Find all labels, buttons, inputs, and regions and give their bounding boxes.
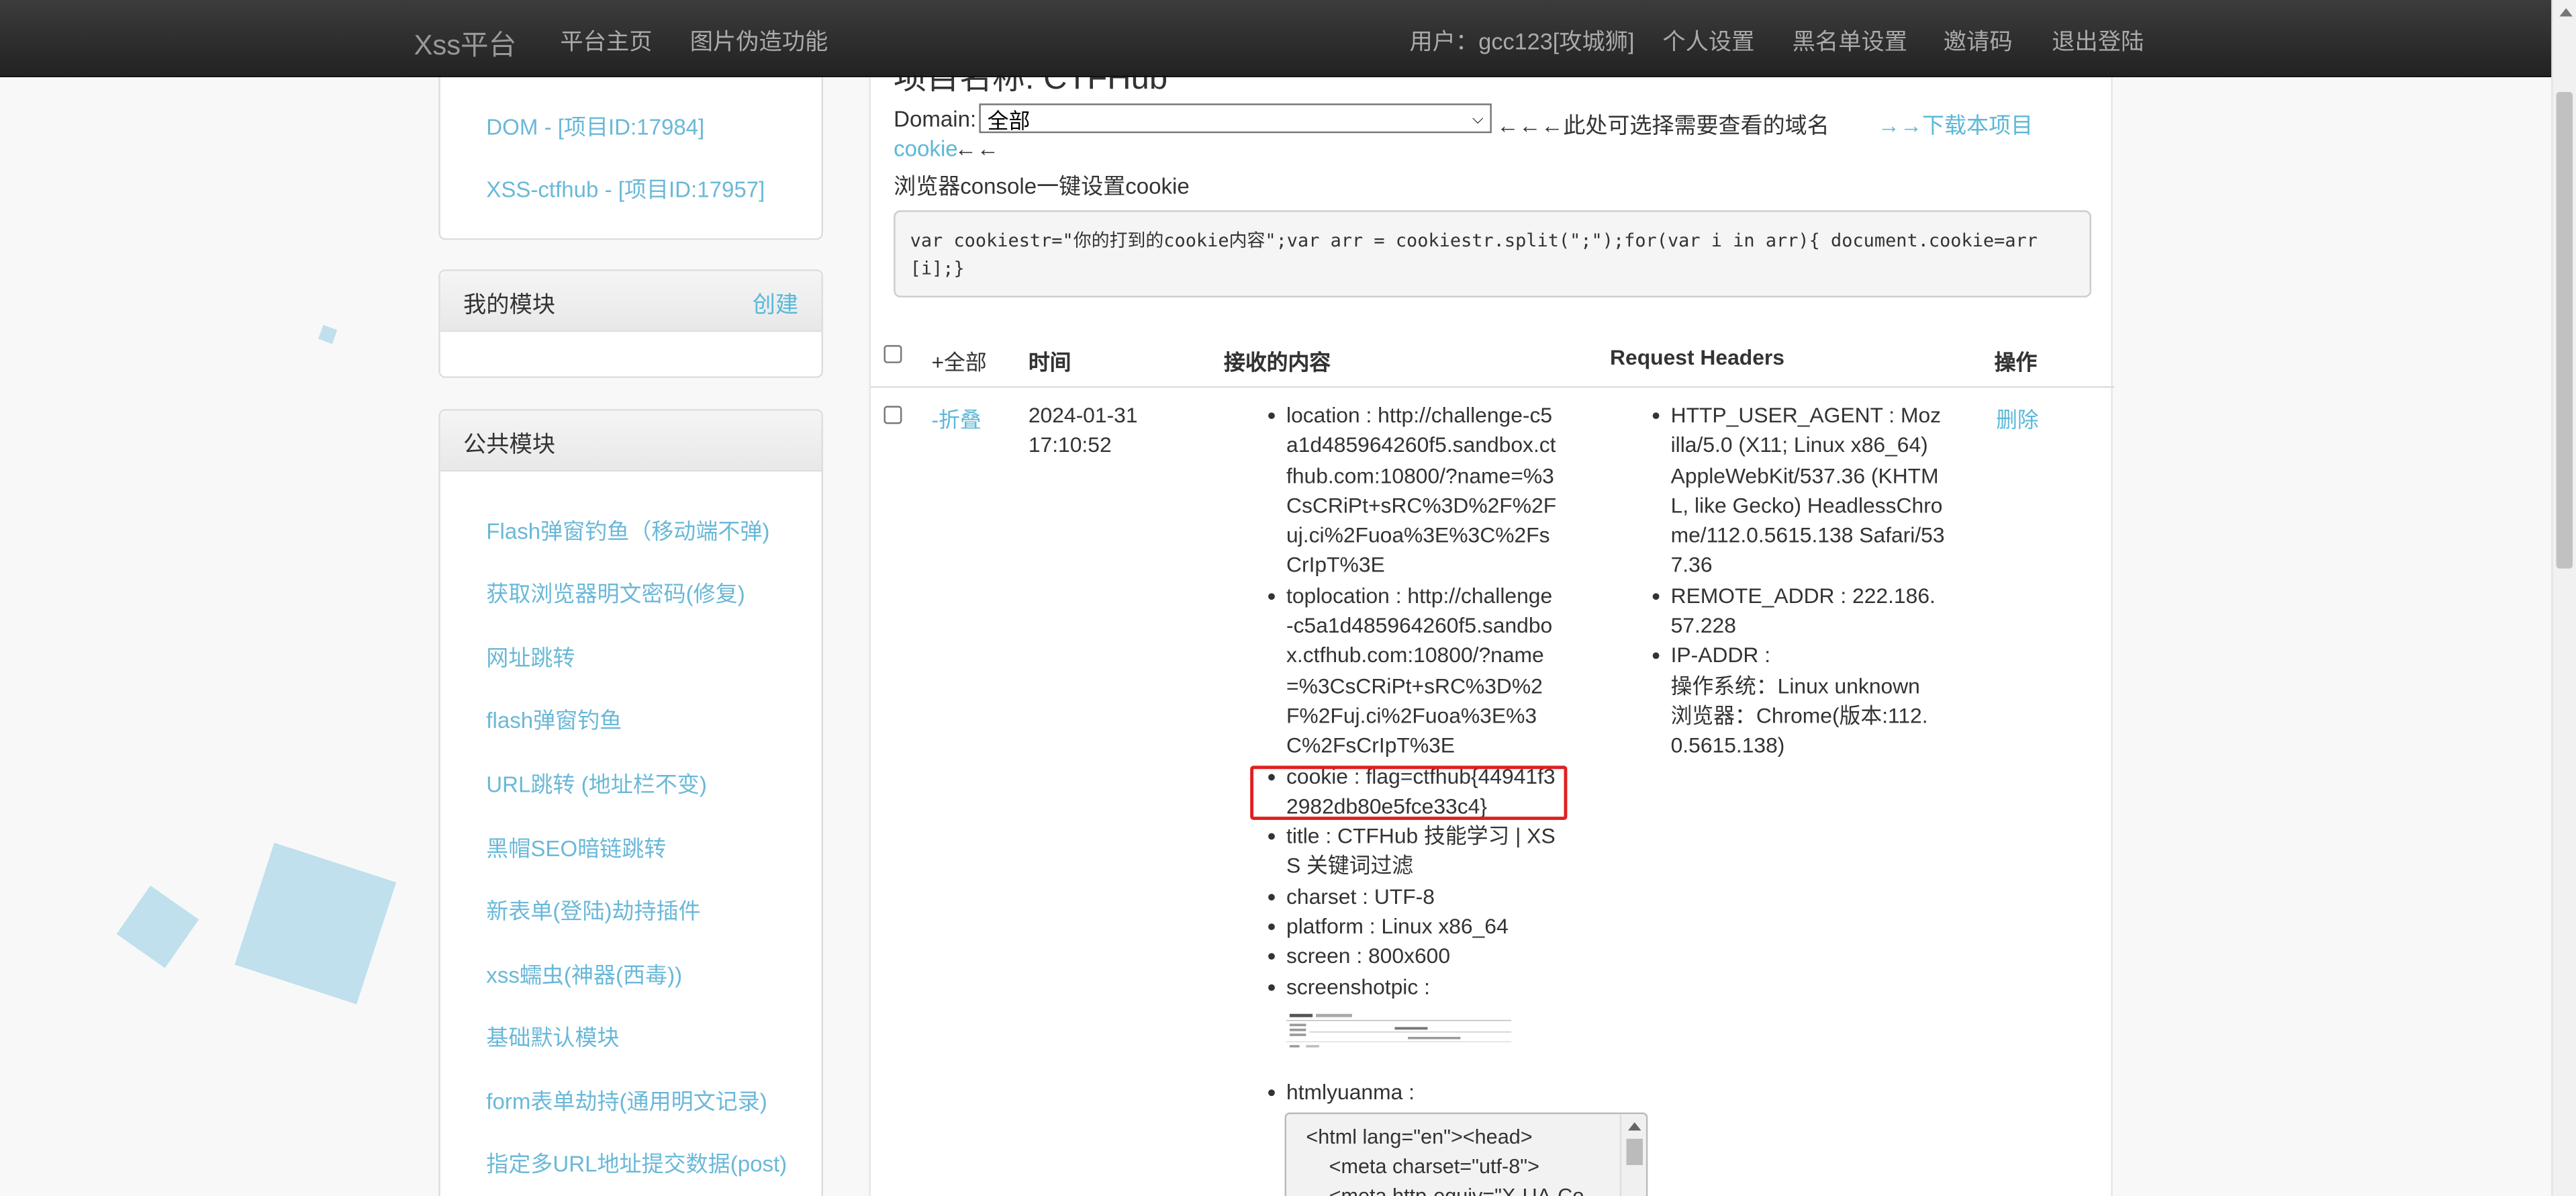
module-link[interactable]: form表单劫持(通用明文记录): [486, 1083, 767, 1116]
module-link[interactable]: 网址跳转: [486, 639, 575, 672]
public-modules-header: 公共模块: [440, 410, 822, 472]
col-header-content: 接收的内容: [1224, 350, 1331, 375]
nav-logout-link[interactable]: 退出登陆: [2052, 25, 2144, 58]
content-location: location : http://challenge-c5a1d4859642…: [1265, 401, 1558, 582]
content-platform: platform : Linux x86_64: [1265, 912, 1558, 942]
header-ip-os: 操作系统：Linux unknown: [1670, 673, 1920, 698]
content-title: title : CTFHub 技能学习 | XSS 关键词过滤: [1265, 822, 1558, 882]
module-link[interactable]: xss蠕虫(神器(西毒)): [486, 956, 682, 989]
domain-label: Domain:: [894, 107, 977, 132]
col-header-request-headers: Request Headers: [1610, 344, 1784, 370]
module-link[interactable]: URL跳转 (地址栏不变): [486, 766, 707, 798]
download-cookie-link-cont[interactable]: cookie: [894, 136, 958, 161]
download-arrows: ←←: [954, 136, 999, 161]
row-time: 2024-01-31 17:10:52: [1028, 402, 1138, 457]
table-divider: [870, 386, 2115, 388]
nav-personal-settings-link[interactable]: 个人设置: [1662, 25, 1754, 58]
nav-home-link[interactable]: 平台主页: [560, 25, 652, 58]
module-link[interactable]: 获取浏览器明文密码(修复): [486, 575, 745, 608]
my-modules-title: 我的模块: [463, 291, 556, 318]
nav-user-label: 用户：gcc123[攻城狮]: [1409, 28, 1635, 54]
scrollbar-thumb[interactable]: [1626, 1138, 1643, 1165]
domain-select-value: 全部: [987, 107, 1031, 132]
header-user-agent: HTTP_USER_AGENT : Mozilla/5.0 (X11; Linu…: [1650, 401, 1945, 582]
page-scrollbar[interactable]: [2551, 0, 2576, 1196]
row-checkbox[interactable]: [884, 406, 902, 424]
top-navbar: Xss平台 平台主页 图片伪造功能 用户：gcc123[攻城狮] 个人设置 黑名…: [0, 0, 2552, 78]
module-link[interactable]: 基础默认模块: [486, 1019, 619, 1052]
col-header-time: 时间: [1028, 350, 1071, 375]
page: Xss平台 平台主页 图片伪造功能 用户：gcc123[攻城狮] 个人设置 黑名…: [0, 0, 2576, 1196]
domain-hint: ←←←此处可选择需要查看的域名: [1496, 113, 1829, 138]
content-screen: screen : 800x600: [1265, 942, 1558, 972]
col-header-action: 操作: [1994, 350, 2038, 375]
my-modules-panel: 我的模块 创建: [438, 269, 823, 378]
main-content: 项目名称: CTFHub Domain: 全部 ⌵ ←←←此处可选择需要查看的域…: [869, 0, 2115, 1196]
scroll-up-icon[interactable]: [1627, 1122, 1641, 1131]
html-source-line: <meta charset="utf-8">: [1329, 1155, 1539, 1179]
request-headers: HTTP_USER_AGENT : Mozilla/5.0 (X11; Linu…: [1650, 401, 1945, 762]
create-module-link[interactable]: 创建: [753, 287, 799, 320]
brand-logo[interactable]: Xss平台: [414, 21, 517, 62]
content-htmlyuanma: htmlyuanma :: [1265, 1078, 1558, 1108]
expand-all-link[interactable]: +全部: [931, 345, 986, 376]
download-cookie-link[interactable]: →→下载本项目: [1878, 107, 2033, 140]
screenshot-thumbnail[interactable]: [1286, 1010, 1512, 1052]
my-modules-header: 我的模块 创建: [440, 271, 822, 332]
header-ip-addr-label: IP-ADDR :: [1670, 643, 1771, 668]
select-all-checkbox[interactable]: [884, 344, 902, 363]
textarea-scrollbar[interactable]: [1619, 1114, 1646, 1196]
scrollbar-thumb[interactable]: [2556, 92, 2573, 569]
module-link[interactable]: 黑帽SEO暗链跳转: [486, 830, 666, 863]
collapse-row-link[interactable]: -折叠: [931, 403, 981, 434]
project-link-xss-ctfhub[interactable]: XSS-ctfhub - [项目ID:17957]: [486, 171, 765, 203]
nav-image-forge-link[interactable]: 图片伪造功能: [690, 25, 828, 58]
header-ip-addr: IP-ADDR : 操作系统：Linux unknown 浏览器：Chrome(…: [1650, 641, 1945, 762]
scroll-up-icon[interactable]: [2559, 8, 2573, 17]
delete-row-link[interactable]: 删除: [1996, 403, 2039, 434]
console-code-block: var cookiestr="你的打到的cookie内容";var arr = …: [894, 210, 2092, 297]
header-ip-browser: 浏览器：Chrome(版本:112.0.5615.138): [1670, 703, 1928, 758]
domain-select[interactable]: 全部 ⌵: [979, 103, 1492, 134]
module-link[interactable]: Flash弹窗钓鱼（移动端不弹): [486, 512, 769, 545]
html-source-line: <meta http-equiv="X-UA-Co: [1306, 1181, 1626, 1196]
decorative-square: [116, 885, 199, 968]
content-charset: charset : UTF-8: [1265, 882, 1558, 912]
chevron-down-icon: ⌵: [1472, 109, 1484, 126]
html-source-textarea[interactable]: <html lang="en"><head> <meta charset="ut…: [1284, 1112, 1648, 1196]
module-link[interactable]: 新表单(登陆)劫持插件: [486, 892, 700, 925]
public-modules-panel: 公共模块 Flash弹窗钓鱼（移动端不弹) 获取浏览器明文密码(修复) 网址跳转…: [438, 409, 823, 1196]
public-modules-title: 公共模块: [463, 430, 556, 457]
cookie-highlight-box: [1250, 766, 1568, 821]
nav-blacklist-link[interactable]: 黑名单设置: [1793, 25, 1907, 58]
content-screenshotpic: screenshotpic :: [1265, 972, 1558, 1003]
header-remote-addr: REMOTE_ADDR : 222.186.57.228: [1650, 582, 1945, 642]
project-list-panel: DOM - [项目ID:17984] XSS-ctfhub - [项目ID:17…: [438, 49, 823, 240]
content-toplocation: toplocation : http://challenge-c5a1d4859…: [1265, 582, 1558, 762]
nav-invite-code-link[interactable]: 邀请码: [1944, 25, 2013, 58]
console-label: 浏览器console一键设置cookie: [894, 174, 1190, 199]
html-source-line: <html lang="en"><head>: [1306, 1125, 1533, 1149]
decorative-square: [234, 842, 397, 1005]
module-link[interactable]: 指定多URL地址提交数据(post): [486, 1146, 787, 1179]
decorative-square: [318, 324, 338, 344]
module-link[interactable]: flash弹窗钓鱼: [486, 702, 622, 735]
received-content: location : http://challenge-c5a1d4859642…: [1265, 401, 1558, 1108]
project-link-dom[interactable]: DOM - [项目ID:17984]: [486, 109, 704, 142]
